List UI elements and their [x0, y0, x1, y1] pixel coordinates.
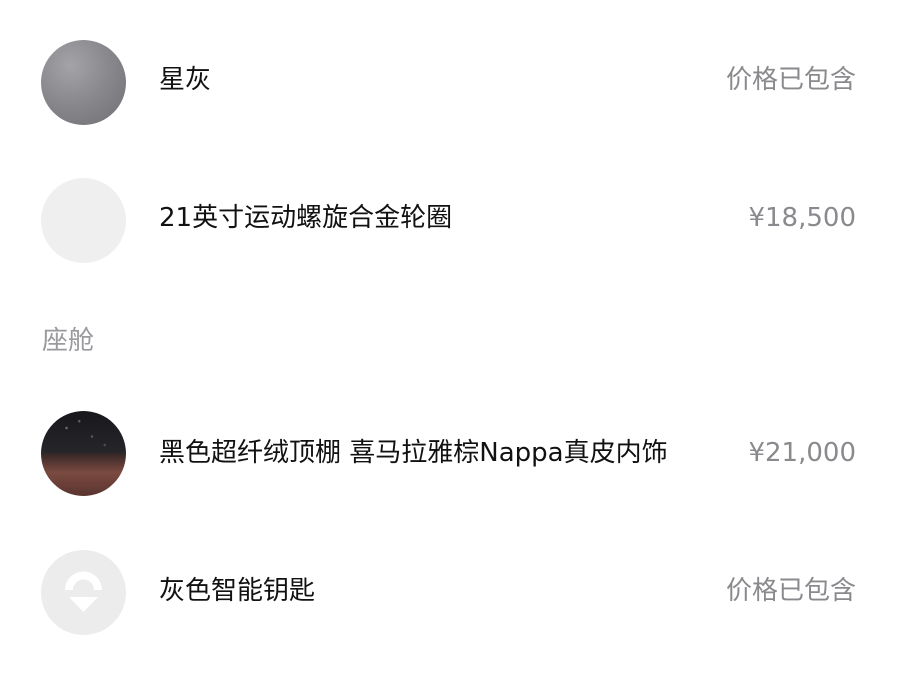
- nio-logo-icon: [41, 550, 126, 635]
- option-name: 黑色超纤绒顶棚 喜马拉雅棕Nappa真皮内饰: [159, 438, 668, 468]
- interior-icon: [41, 411, 126, 496]
- option-row-interior[interactable]: 黑色超纤绒顶棚 喜马拉雅棕Nappa真皮内饰 ¥21,000: [0, 408, 900, 498]
- option-price: ¥18,500: [748, 203, 856, 233]
- wheel-icon: [41, 178, 126, 263]
- option-name: 灰色智能钥匙: [159, 576, 316, 606]
- option-row-star-gray[interactable]: 星灰 价格已包含: [0, 37, 900, 127]
- option-row-wheels[interactable]: 21英寸运动螺旋合金轮圈 ¥18,500: [0, 175, 900, 265]
- option-name: 21英寸运动螺旋合金轮圈: [159, 203, 453, 233]
- color-swatch-icon: [41, 40, 126, 125]
- option-row-smart-key[interactable]: 灰色智能钥匙 价格已包含: [0, 547, 900, 637]
- option-price: 价格已包含: [725, 65, 856, 95]
- section-title-cabin: 座舱: [42, 326, 95, 356]
- option-name: 星灰: [159, 65, 212, 95]
- ceiling-stars: [41, 411, 126, 496]
- option-price: ¥21,000: [748, 438, 856, 468]
- option-price: 价格已包含: [725, 576, 856, 606]
